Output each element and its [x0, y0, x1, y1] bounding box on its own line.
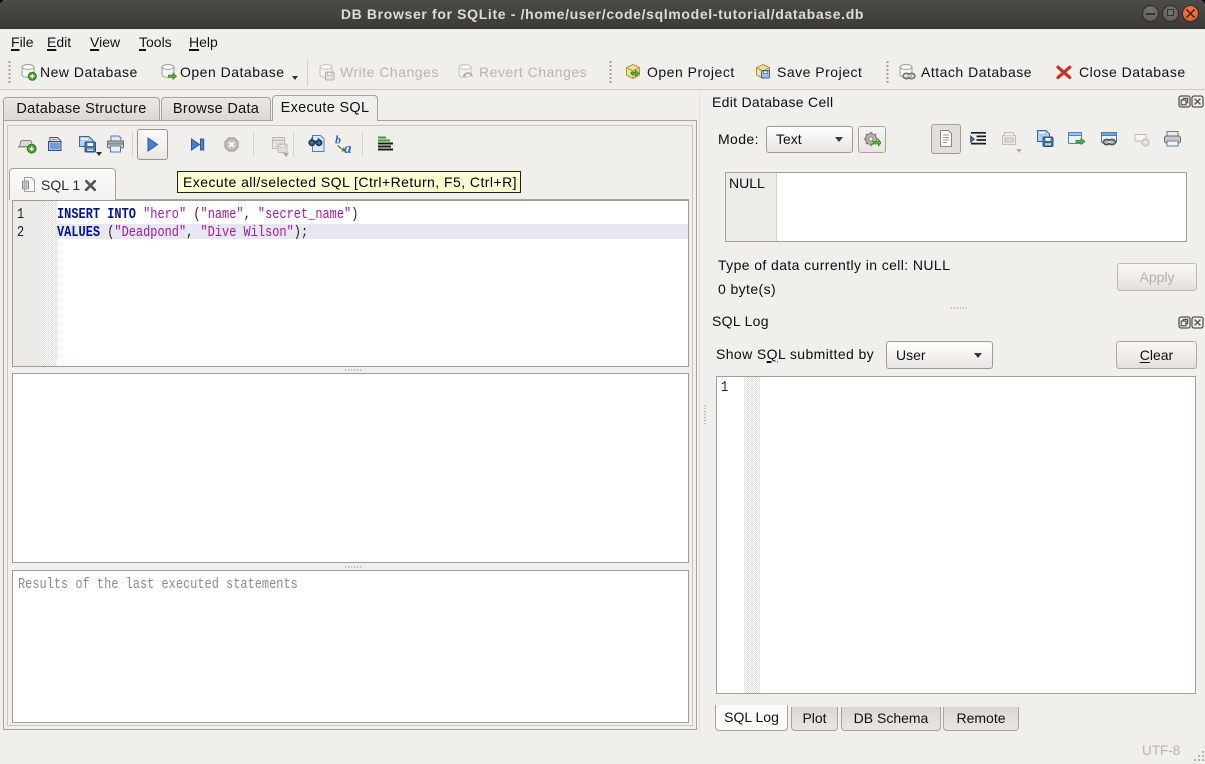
svg-text:a: a [344, 141, 352, 155]
svg-text:b: b [335, 134, 341, 147]
